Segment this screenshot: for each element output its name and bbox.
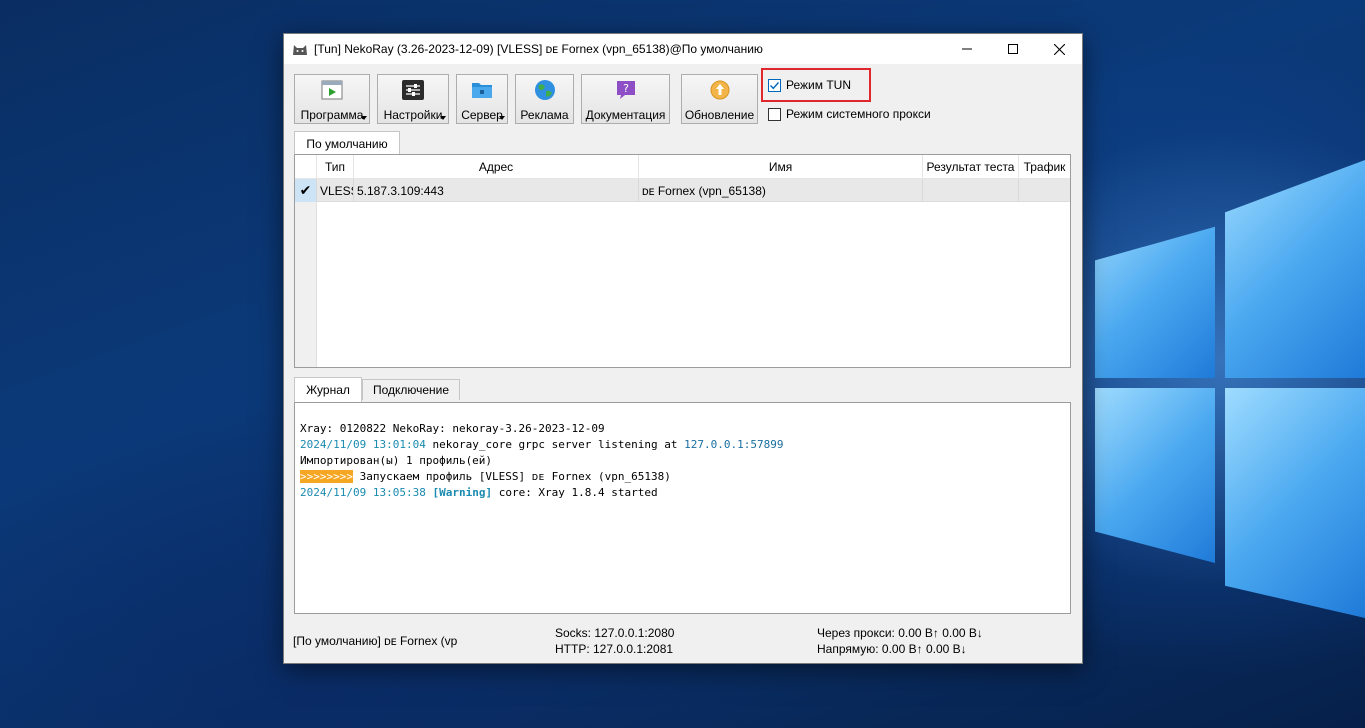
nekoray-cat-icon <box>292 41 308 57</box>
update-arrow-icon <box>708 79 732 101</box>
log-line: 2024/11/09 13:01:04 nekoray_core grpc se… <box>300 437 1070 453</box>
log-text: Импортирован(ы) 1 профиль(ей) <box>300 454 493 467</box>
column-header-name[interactable]: Имя <box>639 155 923 179</box>
title-bar[interactable]: [Tun] NekoRay (3.26-2023-12-09) [VLESS] … <box>284 34 1082 64</box>
docs-label: Документация <box>585 108 666 122</box>
log-address: 127.0.0.1:57899 <box>684 438 784 451</box>
status-http: HTTP: 127.0.0.1:2081 <box>555 642 674 656</box>
ads-button[interactable]: Реклама <box>515 74 574 124</box>
tab-log[interactable]: Журнал <box>294 377 362 402</box>
corner-header <box>295 155 317 179</box>
server-menu-button[interactable]: Сервер <box>456 74 508 124</box>
terminal-play-icon <box>320 79 344 101</box>
column-header-address[interactable]: Адрес <box>354 155 639 179</box>
svg-text:?: ? <box>623 82 629 95</box>
settings-menu-button[interactable]: Настройки <box>377 74 449 124</box>
column-header-type[interactable]: Тип <box>317 155 354 179</box>
column-header-test-result[interactable]: Результат теста <box>923 155 1019 179</box>
dropdown-arrow-icon <box>499 116 505 120</box>
ads-label: Реклама <box>520 108 569 122</box>
log-text: nekoray_core grpc server listening at <box>425 438 685 451</box>
status-via-proxy: Через прокси: 0.00 B↑ 0.00 B↓ <box>817 626 983 640</box>
cell-name: ᴅᴇ Fornex (vpn_65138) <box>639 179 923 202</box>
log-text: Запускаем профиль [VLESS] ᴅᴇ Fornex (vpn… <box>352 470 671 483</box>
dropdown-arrow-icon <box>361 116 367 120</box>
update-button[interactable]: Обновление <box>681 74 758 124</box>
table-row[interactable]: ✔ VLESS 5.187.3.109:443 ᴅᴇ Fornex (vpn_6… <box>295 179 1070 202</box>
program-menu-button[interactable]: Программа <box>294 74 370 124</box>
windows-logo-pane <box>1095 226 1215 378</box>
active-check-icon: ✔ <box>295 179 317 202</box>
table-header: Тип Адрес Имя Результат теста Трафик <box>295 155 1070 179</box>
close-button[interactable] <box>1036 34 1082 64</box>
cell-traffic <box>1019 179 1070 202</box>
folder-icon <box>470 79 494 101</box>
tab-label: По умолчанию <box>306 136 388 151</box>
status-direct: Напрямую: 0.00 B↑ 0.00 B↓ <box>817 642 967 656</box>
tab-label: Подключение <box>372 383 450 397</box>
settings-label: Настройки <box>383 108 443 122</box>
tun-mode-checkbox[interactable]: Режим TUN <box>768 78 851 92</box>
globe-icon <box>533 79 557 101</box>
nekoray-window: [Tun] NekoRay (3.26-2023-12-09) [VLESS] … <box>283 33 1083 664</box>
documentation-button[interactable]: ? Документация <box>581 74 670 124</box>
windows-logo-pane <box>1225 160 1365 378</box>
system-proxy-label: Режим системного прокси <box>786 107 931 121</box>
log-timestamp: 2024/11/09 13:05:38 <box>300 486 426 499</box>
cell-test-result <box>923 179 1019 202</box>
log-text: Xray: 0120822 NekoRay: nekoray-3.26-2023… <box>300 422 605 435</box>
system-proxy-checkbox[interactable]: Режим системного прокси <box>768 107 931 121</box>
row-header-column <box>295 179 317 367</box>
sliders-icon <box>401 79 425 101</box>
log-arrows: >>>>>>>> <box>300 470 353 483</box>
log-output[interactable]: Xray: 0120822 NekoRay: nekoray-3.26-2023… <box>294 402 1071 614</box>
window-title: [Tun] NekoRay (3.26-2023-12-09) [VLESS] … <box>314 42 763 56</box>
log-text: core: Xray 1.8.4 started <box>492 486 658 499</box>
status-socks: Socks: 127.0.0.1:2080 <box>555 626 675 640</box>
profiles-table: Тип Адрес Имя Результат теста Трафик ✔ V… <box>294 154 1071 368</box>
checkbox-checked-icon <box>768 78 781 92</box>
log-timestamp: 2024/11/09 13:01:04 <box>300 438 426 451</box>
cell-type: VLESS <box>317 179 354 202</box>
program-label: Программа <box>300 108 364 122</box>
cell-address: 5.187.3.109:443 <box>354 179 639 202</box>
tun-mode-label: Режим TUN <box>786 78 851 92</box>
tab-label: Журнал <box>306 383 350 397</box>
help-bubble-icon: ? <box>614 79 638 101</box>
minimize-button[interactable] <box>944 34 990 64</box>
server-label: Сервер <box>461 108 503 122</box>
tab-default-group[interactable]: По умолчанию <box>294 131 400 155</box>
log-line: 2024/11/09 13:05:38 [Warning] core: Xray… <box>300 485 1070 501</box>
dropdown-arrow-icon <box>440 116 446 120</box>
maximize-button[interactable] <box>990 34 1036 64</box>
log-line: Xray: 0120822 NekoRay: nekoray-3.26-2023… <box>300 421 1070 437</box>
update-label: Обновление <box>684 108 755 122</box>
column-header-traffic[interactable]: Трафик <box>1019 155 1070 179</box>
checkbox-unchecked-icon <box>768 107 781 121</box>
tab-connection[interactable]: Подключение <box>362 379 460 400</box>
log-warning-tag: [Warning] <box>432 486 493 499</box>
log-line: Импортирован(ы) 1 профиль(ей) <box>300 453 1070 469</box>
windows-logo-pane <box>1095 388 1215 563</box>
windows-logo-pane <box>1225 388 1365 618</box>
status-current-profile: [По умолчанию] ᴅᴇ Fornex (vp <box>293 634 458 648</box>
log-line: >>>>>>>> Запускаем профиль [VLESS] ᴅᴇ Fo… <box>300 469 1070 485</box>
